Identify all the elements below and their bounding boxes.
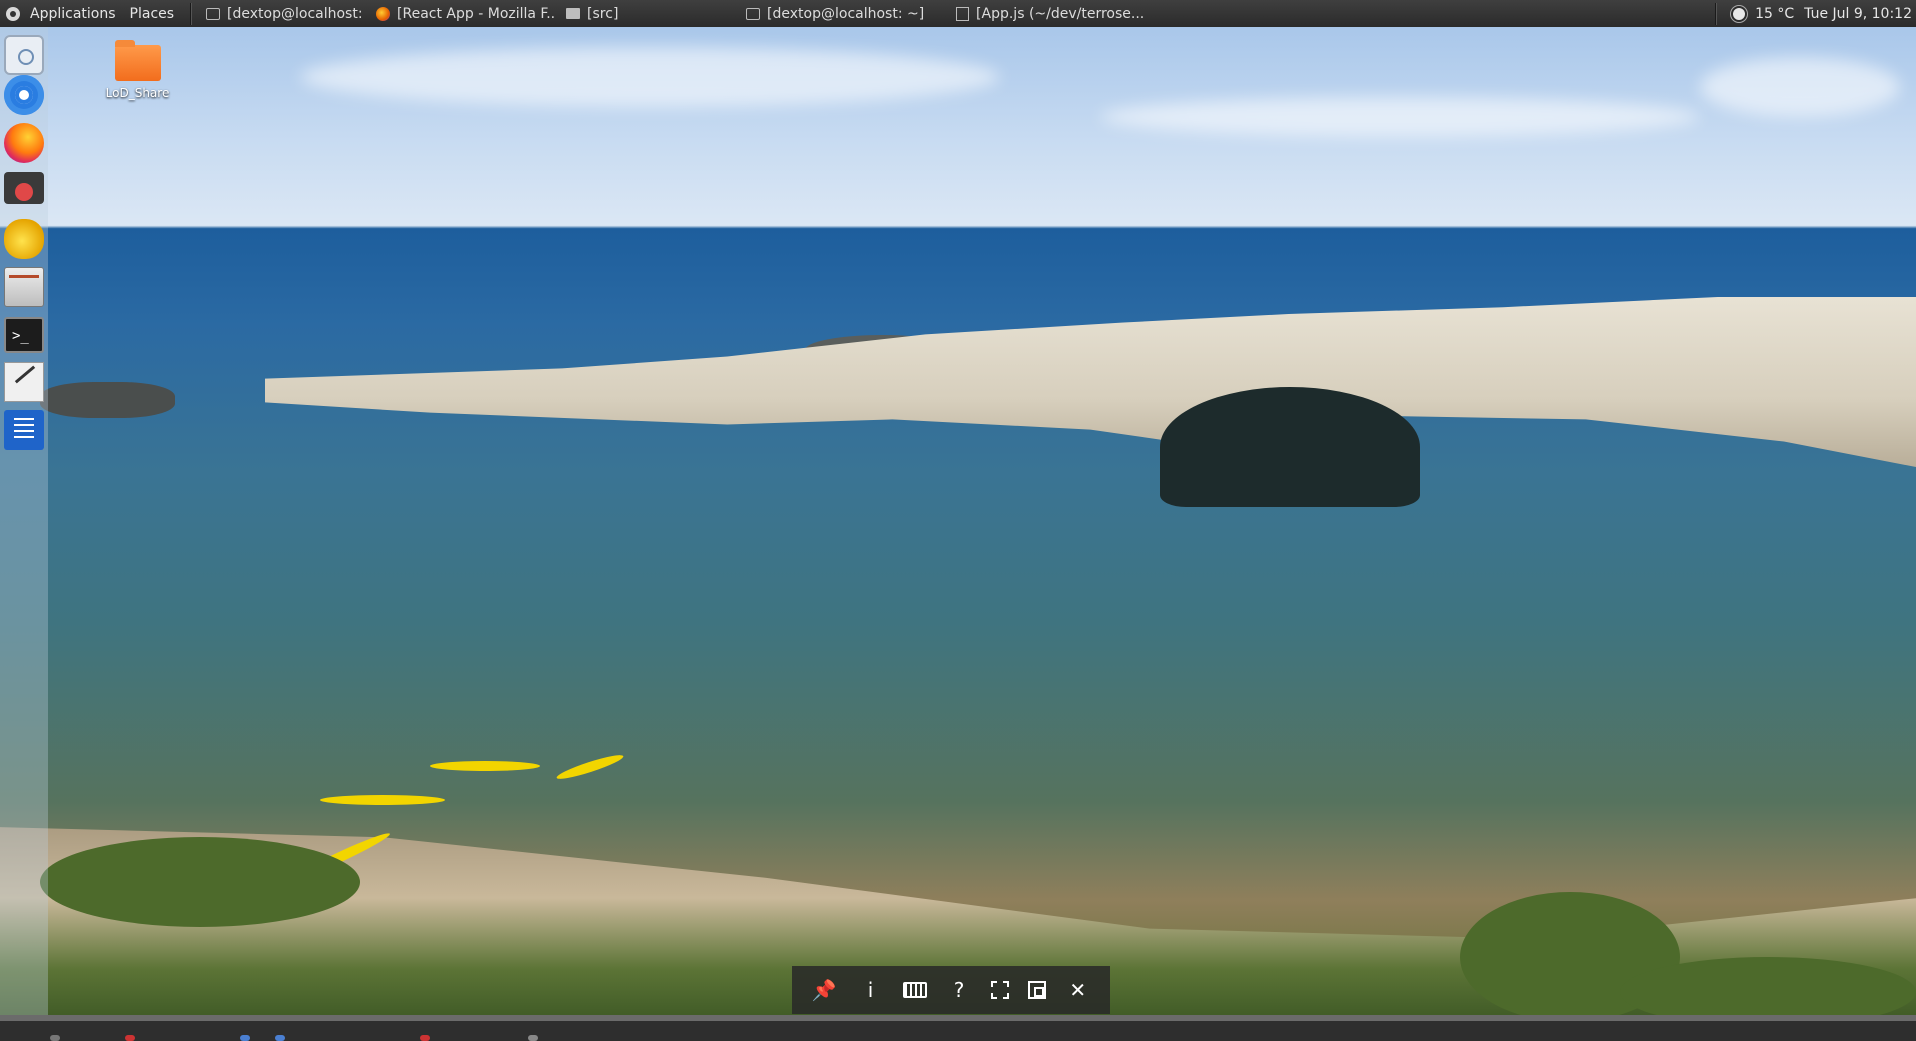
chrome-icon[interactable] xyxy=(4,75,44,115)
wallpaper-cloud xyxy=(1700,57,1900,117)
keyboard-icon[interactable] xyxy=(902,982,927,998)
task-text-editor[interactable]: [App.js (~/dev/terrose... xyxy=(948,3,1164,25)
wallpaper-kayak xyxy=(555,751,625,783)
wallpaper-cliffs xyxy=(265,297,1916,467)
task-folder-src[interactable]: [src] xyxy=(558,3,734,25)
wallpaper-cloud xyxy=(300,47,1000,107)
document-viewer-icon[interactable] xyxy=(4,410,44,450)
wallpaper-bush xyxy=(1620,957,1916,1020)
terminal-icon xyxy=(746,7,761,20)
close-icon[interactable]: ✕ xyxy=(1064,976,1092,1004)
file-drawer-icon[interactable] xyxy=(4,267,44,307)
task-terminal-2[interactable]: [dextop@localhost: ~] xyxy=(738,3,944,25)
side-dock: >_ xyxy=(0,27,48,1020)
gnome-foot-icon[interactable] xyxy=(6,6,20,21)
wallpaper-cloud xyxy=(1100,97,1700,137)
places-menu[interactable]: Places xyxy=(126,6,179,22)
help-icon[interactable]: ? xyxy=(945,976,973,1004)
wallpaper-kayak xyxy=(430,761,540,771)
task-label: [dextop@localhost: ~... xyxy=(227,5,364,22)
info-icon[interactable]: i xyxy=(857,976,885,1004)
desktop-wallpaper xyxy=(0,27,1916,1020)
blocked-app-icon[interactable] xyxy=(4,172,44,204)
bottom-panel-icon[interactable] xyxy=(240,1035,250,1041)
panel-separator xyxy=(1715,2,1718,25)
task-terminal-1[interactable]: [dextop@localhost: ~... xyxy=(198,3,364,25)
weather-temperature[interactable]: 15 °C xyxy=(1755,6,1794,22)
wallpaper-sea-arch xyxy=(1160,387,1420,507)
task-firefox[interactable]: [React App - Mozilla F... xyxy=(368,3,554,25)
teapot-app-icon[interactable] xyxy=(4,219,44,259)
terminal-icon xyxy=(206,7,221,20)
firefox-icon[interactable] xyxy=(4,123,44,163)
software-store-icon[interactable] xyxy=(4,35,44,75)
bottom-panel xyxy=(0,1021,1916,1041)
panel-separator xyxy=(190,2,193,25)
folder-icon xyxy=(114,40,161,81)
bottom-panel-icon[interactable] xyxy=(50,1035,60,1041)
task-label: [dextop@localhost: ~] xyxy=(767,5,925,22)
applications-menu[interactable]: Applications xyxy=(26,6,120,22)
folder-icon xyxy=(566,8,581,19)
bottom-panel-icon[interactable] xyxy=(275,1035,285,1041)
window-mode-icon[interactable] xyxy=(1027,981,1046,999)
wallpaper-kayak xyxy=(320,795,445,805)
clock[interactable]: Tue Jul 9, 10:12 xyxy=(1804,6,1912,22)
desktop-icon-label: LoD_Share xyxy=(105,86,170,100)
bottom-panel-icon[interactable] xyxy=(420,1035,430,1041)
text-editor-icon[interactable] xyxy=(4,362,44,402)
bottom-panel-icon[interactable] xyxy=(125,1035,135,1041)
top-panel: Applications Places [dextop@localhost: ~… xyxy=(0,0,1916,28)
pin-icon[interactable]: 📌 xyxy=(810,976,838,1004)
desktop-icon-lod-share[interactable]: LoD_Share xyxy=(100,40,175,100)
app-menu: Applications Places xyxy=(0,0,184,27)
viewer-toolbar: 📌 i ? ✕ xyxy=(792,966,1110,1014)
text-editor-icon xyxy=(956,6,970,21)
weather-sun-icon[interactable] xyxy=(1733,7,1746,20)
bottom-panel-icon[interactable] xyxy=(528,1035,538,1041)
task-label: [App.js (~/dev/terrose... xyxy=(976,5,1145,22)
terminal-icon[interactable]: >_ xyxy=(4,317,44,353)
task-label: [src] xyxy=(587,5,619,22)
task-label: [React App - Mozilla F... xyxy=(397,5,555,22)
system-tray: 15 °C Tue Jul 9, 10:12 xyxy=(1709,0,1916,27)
wallpaper-rock xyxy=(40,382,175,418)
firefox-icon xyxy=(376,6,391,21)
fullscreen-icon[interactable] xyxy=(991,981,1010,999)
wallpaper-bush xyxy=(40,837,360,927)
